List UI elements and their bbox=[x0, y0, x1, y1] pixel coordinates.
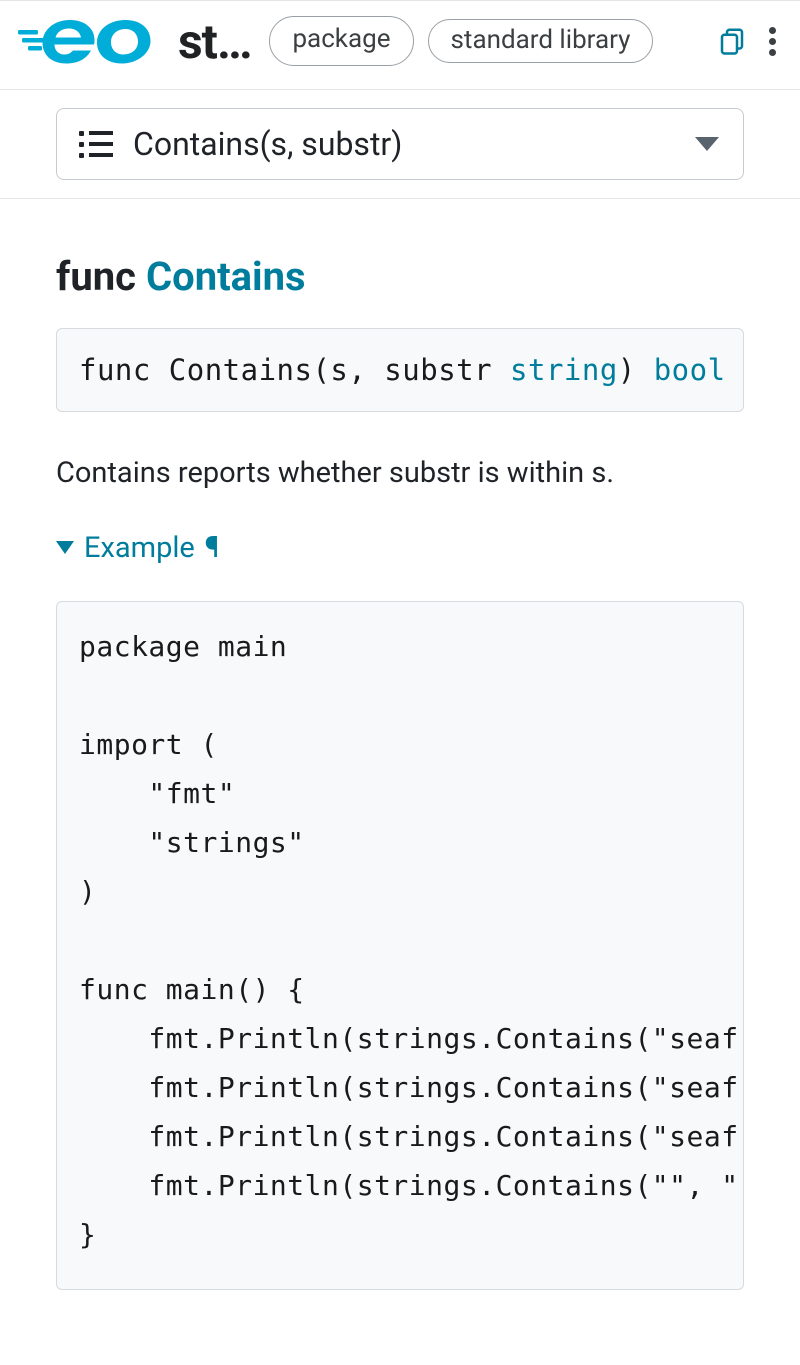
func-doc-summary: Contains reports whether substr is withi… bbox=[56, 452, 744, 494]
chevron-down-icon bbox=[695, 137, 719, 151]
outline-bar: Contains(s, substr) bbox=[0, 90, 800, 199]
func-signature: func Contains(s, substr string) bool bbox=[56, 328, 744, 412]
example-code[interactable]: package main import ( "fmt" "strings" ) … bbox=[56, 601, 744, 1290]
sig-text: func Contains(s, substr bbox=[79, 353, 510, 387]
outline-current: Contains(s, substr) bbox=[133, 125, 402, 163]
sig-type-bool[interactable]: bool bbox=[654, 353, 726, 387]
top-bar: st… package standard library bbox=[0, 0, 800, 90]
go-logo-svg bbox=[18, 11, 168, 71]
outline-select[interactable]: Contains(s, substr) bbox=[56, 108, 744, 180]
example-toggle[interactable]: Example ¶ bbox=[56, 530, 744, 565]
copy-path-icon[interactable] bbox=[715, 24, 749, 58]
main-content: func Contains func Contains(s, substr st… bbox=[0, 199, 800, 1290]
go-logo[interactable] bbox=[18, 11, 168, 71]
badge-standard-library[interactable]: standard library bbox=[428, 19, 654, 64]
badge-package[interactable]: package bbox=[269, 16, 413, 67]
example-label: Example bbox=[84, 531, 195, 565]
sig-mid: ) bbox=[618, 353, 654, 387]
kebab-menu-icon[interactable] bbox=[763, 27, 782, 56]
list-icon bbox=[79, 130, 113, 158]
triangle-down-icon bbox=[56, 541, 74, 554]
func-heading: func Contains bbox=[56, 253, 744, 300]
package-title: st… bbox=[178, 13, 251, 70]
pilcrow-icon[interactable]: ¶ bbox=[205, 530, 220, 565]
func-keyword: func bbox=[56, 253, 136, 300]
sig-type-string[interactable]: string bbox=[510, 353, 618, 387]
func-name-link[interactable]: Contains bbox=[146, 253, 306, 300]
